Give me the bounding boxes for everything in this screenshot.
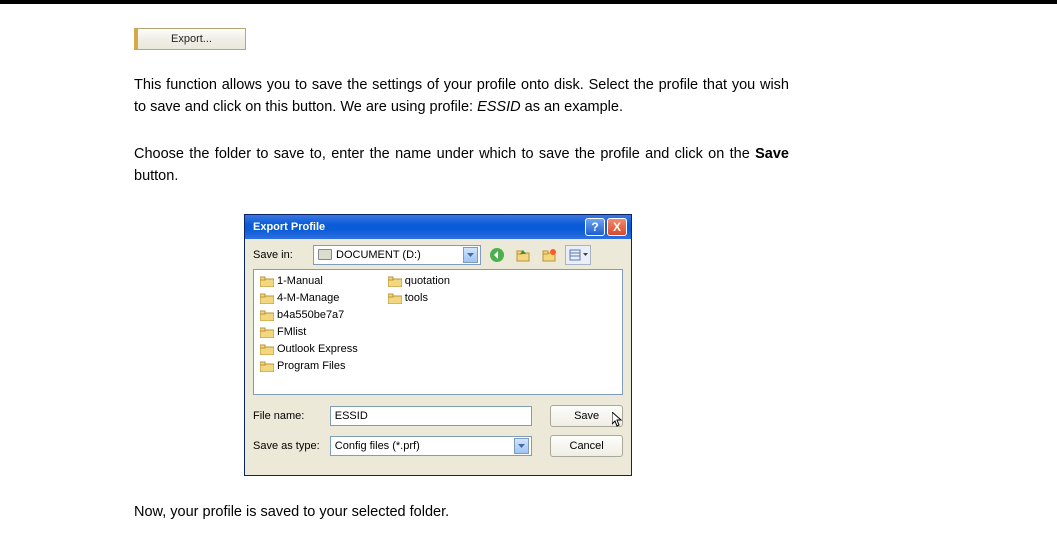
save-in-dropdown[interactable]: DOCUMENT (D:) [313, 245, 481, 265]
new-folder-icon[interactable] [539, 245, 559, 265]
help-button[interactable]: ? [585, 218, 605, 236]
paragraph-1: This function allows you to save the set… [134, 74, 789, 119]
folder-icon [260, 327, 274, 338]
dialog-titlebar[interactable]: Export Profile ? X [245, 215, 631, 239]
list-item[interactable]: b4a550be7a7 [260, 308, 358, 323]
file-column-1: 1-Manual 4-M-Manage b4a550be7a7 FMlist O… [260, 274, 358, 390]
list-item[interactable]: quotation [388, 274, 450, 289]
chevron-down-icon[interactable] [514, 438, 529, 454]
para2-save: Save [755, 146, 789, 162]
para2-text-a: Choose the folder to save to, enter the … [134, 146, 755, 162]
folder-icon [388, 276, 402, 287]
folder-icon [260, 344, 274, 355]
list-item[interactable]: tools [388, 291, 450, 306]
save-button-label: Save [574, 410, 599, 422]
list-item[interactable]: 4-M-Manage [260, 291, 358, 306]
export-profile-dialog: Export Profile ? X Save in: DOCUMENT (D:… [244, 214, 632, 476]
view-menu-icon[interactable] [565, 245, 591, 265]
para1-essid: ESSID [477, 99, 521, 115]
dialog-title: Export Profile [253, 221, 583, 233]
file-label: b4a550be7a7 [277, 309, 344, 321]
drive-icon [318, 249, 332, 260]
file-column-2: quotation tools [388, 274, 450, 390]
list-item[interactable]: FMlist [260, 325, 358, 340]
list-item[interactable]: 1-Manual [260, 274, 358, 289]
folder-icon [260, 293, 274, 304]
save-button[interactable]: Save [550, 405, 623, 427]
savetype-value: Config files (*.prf) [335, 440, 515, 452]
file-label: quotation [405, 275, 450, 287]
para1-text-b: as an example. [521, 99, 623, 115]
savetype-label: Save as type: [253, 440, 322, 452]
document-body: Export... This function allows you to sa… [0, 4, 790, 520]
folder-icon [388, 293, 402, 304]
file-label: Outlook Express [277, 343, 358, 355]
back-icon[interactable] [487, 245, 507, 265]
cursor-icon [612, 412, 624, 428]
file-label: tools [405, 292, 428, 304]
filename-input[interactable]: ESSID [330, 406, 533, 426]
file-label: Program Files [277, 360, 345, 372]
list-item[interactable]: Outlook Express [260, 342, 358, 357]
folder-icon [260, 361, 274, 372]
chevron-down-icon[interactable] [463, 247, 478, 263]
folder-icon [260, 276, 274, 287]
savetype-dropdown[interactable]: Config files (*.prf) [330, 436, 533, 456]
file-label: 1-Manual [277, 275, 323, 287]
save-in-label: Save in: [253, 249, 307, 261]
folder-icon [260, 310, 274, 321]
cancel-button[interactable]: Cancel [550, 435, 623, 457]
close-button[interactable]: X [607, 218, 627, 236]
export-button[interactable]: Export... [134, 28, 246, 50]
file-list[interactable]: 1-Manual 4-M-Manage b4a550be7a7 FMlist O… [253, 269, 623, 395]
filename-label: File name: [253, 410, 322, 422]
save-in-value: DOCUMENT (D:) [336, 249, 459, 261]
para1-text-a: This function allows you to save the set… [134, 77, 789, 115]
list-item[interactable]: Program Files [260, 359, 358, 374]
paragraph-2: Choose the folder to save to, enter the … [134, 143, 789, 188]
up-one-level-icon[interactable] [513, 245, 533, 265]
paragraph-3: Now, your profile is saved to your selec… [134, 504, 790, 520]
file-label: 4-M-Manage [277, 292, 339, 304]
dialog-bottom: File name: ESSID Save Save as type: Conf… [245, 395, 631, 475]
dialog-toolbar: Save in: DOCUMENT (D:) [245, 239, 631, 269]
file-label: FMlist [277, 326, 306, 338]
para2-text-b: button. [134, 168, 178, 184]
